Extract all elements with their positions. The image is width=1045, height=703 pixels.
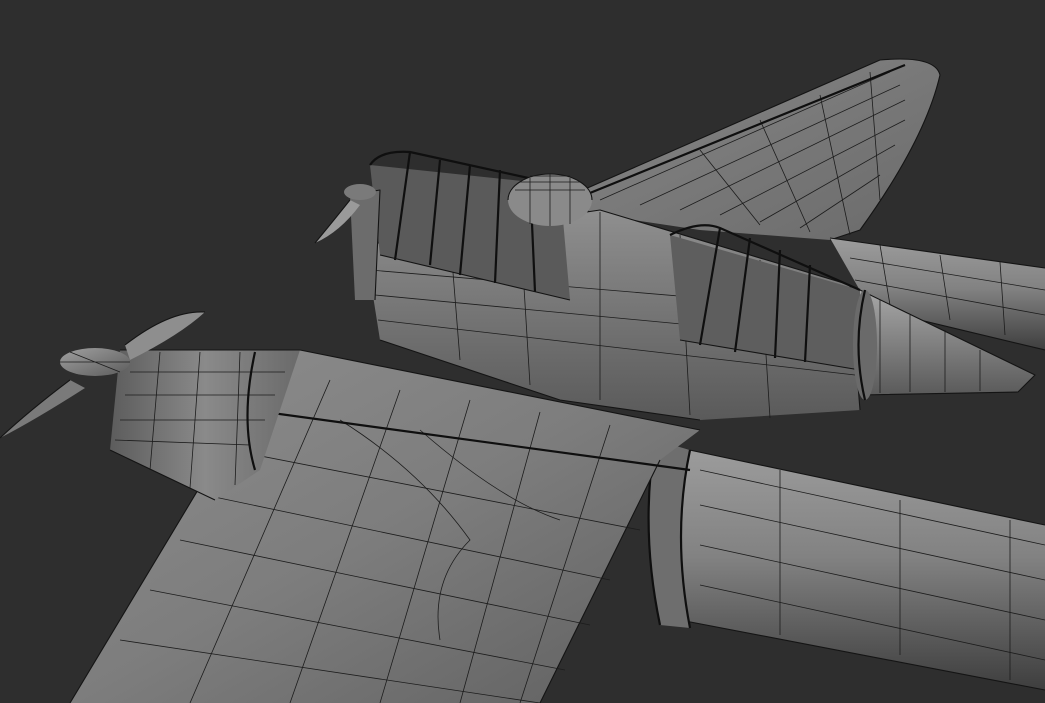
wireframe-aircraft-render: [0, 0, 1045, 703]
gun-turret[interactable]: [507, 173, 593, 226]
3d-viewport[interactable]: [0, 0, 1045, 703]
